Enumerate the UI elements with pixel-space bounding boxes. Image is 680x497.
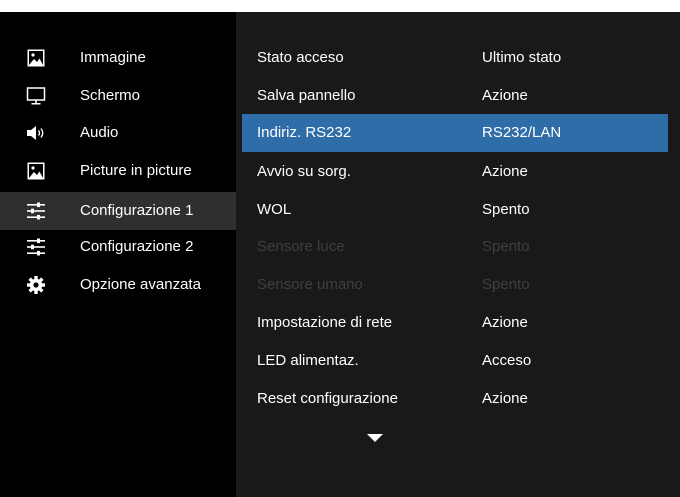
sidebar-item-audio[interactable]: Audio	[0, 114, 236, 152]
setting-name: Reset configurazione	[257, 390, 398, 407]
setting-name: LED alimentaz.	[257, 352, 359, 369]
setting-name: Salva pannello	[257, 87, 356, 104]
settings-row-wol[interactable]: WOL Spento	[236, 191, 668, 229]
setting-name: Impostazione di rete	[257, 314, 393, 331]
setting-name: Sensore luce	[257, 238, 345, 255]
sidebar-item-label: Configurazione 1	[80, 202, 194, 219]
monitor-icon	[26, 87, 46, 105]
setting-value: Spento	[482, 238, 530, 255]
setting-value: Azione	[482, 390, 528, 407]
setting-name: Indiriz. RS232	[257, 124, 352, 141]
sidebar-item-label: Audio	[80, 124, 119, 141]
speaker-icon	[27, 126, 44, 140]
setting-value: Spento	[482, 276, 530, 293]
settings-panel: Stato acceso Ultimo stato Salva pannello…	[236, 12, 680, 497]
settings-row-salva-pannello[interactable]: Salva pannello Azione	[236, 77, 668, 115]
settings-row-avvio-su-sorg[interactable]: Avvio su sorg. Azione	[236, 153, 668, 191]
sidebar-item-label: Configurazione 2	[80, 238, 194, 255]
sidebar-item-picture-in-picture[interactable]: Picture in picture	[0, 152, 236, 190]
settings-row-sensore-luce: Sensore luce Spento	[236, 228, 668, 266]
picture-in-picture-icon	[27, 162, 45, 180]
settings-row-indiriz-rs232[interactable]: Indiriz. RS232 RS232/LAN	[242, 114, 668, 152]
settings-row-stato-acceso[interactable]: Stato acceso Ultimo stato	[236, 39, 668, 77]
sidebar-item-configurazione-2[interactable]: Configurazione 2	[0, 228, 236, 266]
settings-row-impostazione-di-rete[interactable]: Impostazione di rete Azione	[236, 304, 668, 342]
setting-value: Azione	[482, 314, 528, 331]
settings-row-sensore-umano: Sensore umano Spento	[236, 266, 668, 304]
setting-name: Sensore umano	[257, 276, 363, 293]
sidebar-item-opzione-avanzata[interactable]: Opzione avanzata	[0, 266, 236, 304]
sidebar-item-schermo[interactable]: Schermo	[0, 77, 236, 115]
setting-value: Ultimo stato	[482, 49, 562, 66]
sidebar-item-label: Immagine	[80, 49, 146, 66]
sidebar-item-label: Picture in picture	[80, 162, 192, 179]
picture-icon	[27, 49, 45, 67]
osd-menu: Immagine Schermo Audio Picture in pictur…	[0, 12, 680, 497]
setting-name: Stato acceso	[257, 49, 344, 66]
setting-name: Avvio su sorg.	[257, 163, 351, 180]
settings-row-led-alimentaz[interactable]: LED alimentaz. Acceso	[236, 342, 668, 380]
sidebar-item-label: Schermo	[80, 87, 141, 104]
settings-row-reset-configurazione[interactable]: Reset configurazione Azione	[236, 380, 668, 418]
caret-down-icon[interactable]	[365, 432, 385, 444]
sliders-icon	[27, 238, 45, 256]
gear-icon	[27, 276, 45, 294]
setting-value: Azione	[482, 87, 528, 104]
setting-value: Acceso	[482, 352, 532, 369]
setting-value: Azione	[482, 163, 528, 180]
sidebar-item-immagine[interactable]: Immagine	[0, 39, 236, 77]
setting-value: Spento	[482, 201, 530, 218]
setting-value: RS232/LAN	[482, 124, 562, 141]
sidebar-item-label: Opzione avanzata	[80, 276, 201, 293]
sidebar-item-configurazione-1[interactable]: Configurazione 1	[0, 192, 236, 230]
sliders-icon	[27, 202, 45, 220]
setting-name: WOL	[257, 201, 292, 218]
